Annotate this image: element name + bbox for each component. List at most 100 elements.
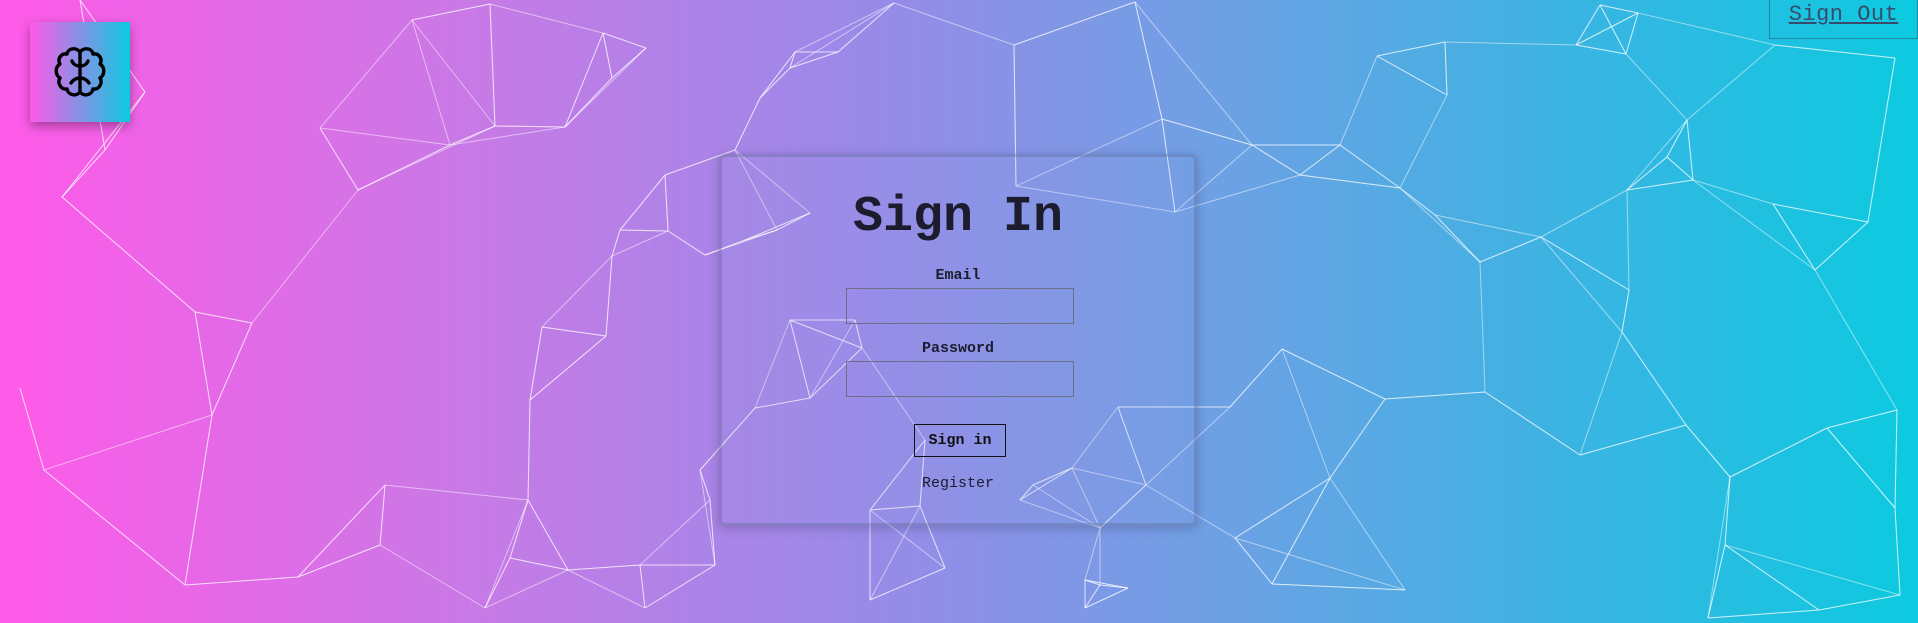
network-line [1271, 583, 1406, 591]
network-line [837, 2, 895, 53]
network-line [541, 255, 613, 328]
network-line [1692, 179, 1774, 205]
sign-in-card: Sign In Email Password Sign in Register [719, 154, 1197, 526]
network-line [611, 47, 647, 79]
network-line [1692, 179, 1816, 271]
network-line [1814, 269, 1898, 411]
network-line [1686, 119, 1694, 181]
network-line [1013, 1, 1136, 46]
network-line [564, 47, 647, 128]
network-line [1229, 348, 1283, 408]
page-title: Sign In [852, 189, 1064, 246]
network-line [1724, 544, 1820, 611]
network-line [1384, 391, 1486, 400]
network-line [1434, 214, 1481, 263]
network-line [319, 127, 359, 191]
network-line [211, 322, 253, 416]
network-line [1579, 331, 1623, 456]
network-line [1818, 594, 1901, 611]
network-line [664, 174, 669, 232]
network-line [893, 2, 1015, 46]
network-line [509, 499, 529, 559]
network-line [1826, 409, 1898, 429]
network-line [43, 414, 213, 471]
network-line [1826, 427, 1896, 509]
network-line [1339, 55, 1378, 146]
network-line [1234, 537, 1273, 585]
network-line [605, 255, 613, 337]
network-line [567, 569, 646, 609]
network-line [527, 399, 531, 501]
network-line [184, 414, 213, 586]
network-line [1540, 236, 1623, 333]
password-field[interactable] [846, 361, 1074, 397]
network-line [709, 499, 716, 566]
network-line [61, 196, 196, 313]
network-line [1399, 187, 1436, 216]
password-label: Password [921, 340, 994, 357]
logo[interactable] [30, 22, 130, 122]
network-line [639, 564, 646, 609]
network-line [759, 51, 796, 99]
network-line [1626, 189, 1630, 291]
network-line [1399, 94, 1448, 189]
network-line [1625, 53, 1688, 121]
network-line [1637, 12, 1776, 46]
register-link[interactable]: Register [722, 475, 1194, 492]
network-line [357, 144, 451, 191]
network-line [1434, 214, 1542, 238]
network-line [1814, 221, 1869, 271]
network-line [619, 229, 669, 232]
network-line [1479, 261, 1486, 393]
network-line [564, 77, 613, 128]
network-line [1772, 203, 1816, 271]
network-line [43, 469, 186, 586]
network-line [1329, 398, 1386, 479]
network-line [384, 484, 529, 501]
network-line [1729, 427, 1828, 478]
network-line [194, 311, 213, 416]
network-line [1707, 476, 1731, 619]
network-line [1575, 44, 1627, 55]
network-line [484, 557, 511, 609]
network-line [411, 19, 451, 146]
network-line [1599, 4, 1639, 14]
sign-out-link[interactable]: Sign Out [1789, 2, 1899, 27]
network-line [1161, 118, 1253, 146]
email-field[interactable] [846, 288, 1074, 324]
network-line [1707, 609, 1820, 619]
network-line [1626, 119, 1688, 191]
network-line [1084, 527, 1101, 581]
network-line [667, 230, 706, 256]
sign-in-button[interactable]: Sign in [914, 424, 1006, 457]
network-line [1599, 4, 1627, 55]
network-line [1444, 41, 1448, 96]
network-line [602, 32, 647, 49]
network-line [1251, 144, 1301, 176]
network-line [1299, 144, 1341, 176]
network-line [1376, 41, 1446, 57]
network-line [194, 311, 253, 324]
network-line [1707, 544, 1726, 619]
network-line [411, 3, 491, 21]
network-line [449, 126, 566, 146]
network-line [1774, 44, 1896, 59]
network-line [1625, 12, 1639, 55]
network-line [1579, 424, 1687, 456]
network-line [529, 326, 543, 401]
network-line [602, 32, 613, 79]
network-line [759, 67, 791, 99]
network-line [1724, 544, 1901, 596]
network-line [611, 230, 669, 257]
network-line [1621, 331, 1687, 426]
network-line [1479, 236, 1542, 263]
network-line [1666, 156, 1694, 181]
network-line [411, 19, 496, 127]
network-line [529, 335, 607, 401]
network-line [567, 564, 641, 571]
network-line [789, 2, 895, 69]
network-line [379, 484, 386, 546]
network-line [1234, 477, 1331, 539]
network-line [789, 51, 839, 69]
network-line [794, 2, 895, 53]
